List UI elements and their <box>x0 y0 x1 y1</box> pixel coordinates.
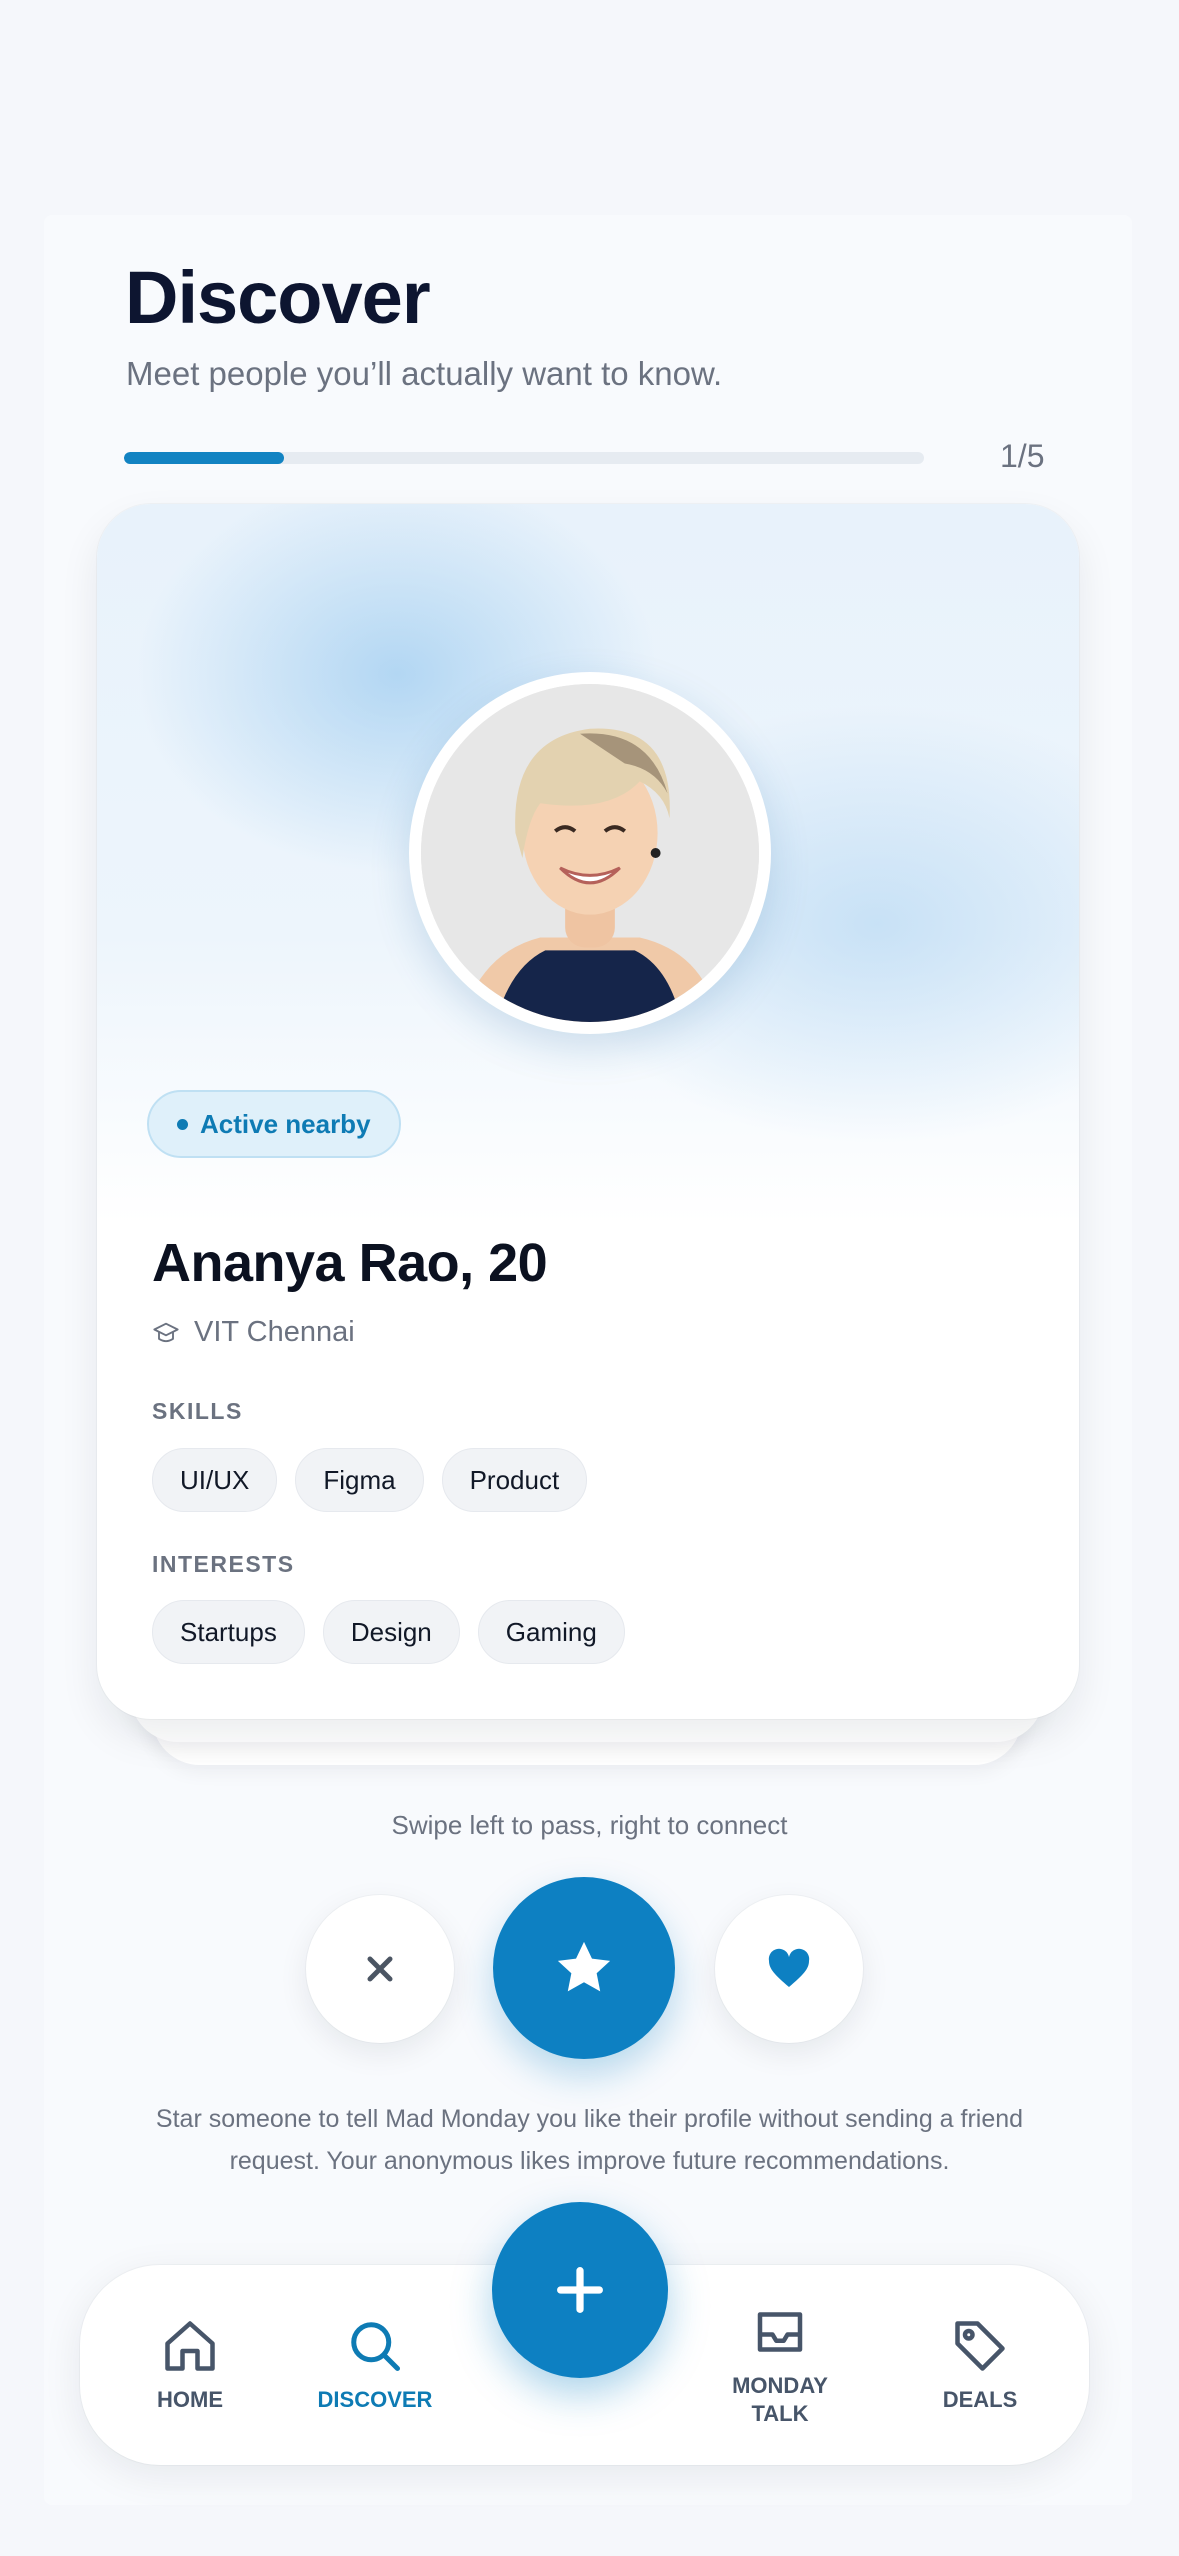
create-fab[interactable] <box>492 2202 668 2378</box>
inbox-icon <box>757 2312 803 2352</box>
skill-chip: Figma <box>295 1448 424 1512</box>
pass-button[interactable] <box>306 1895 454 2043</box>
page-subtitle: Meet people you’ll actually want to know… <box>126 355 723 392</box>
search-icon <box>351 2322 400 2371</box>
star-icon <box>557 1941 611 1992</box>
nav-deals[interactable]: DEALS <box>910 2265 1050 2465</box>
progress-fill <box>124 452 284 464</box>
nav-home-label: HOME <box>157 2387 223 2412</box>
progress-bar <box>124 452 924 464</box>
nav-deals-label: DEALS <box>942 2387 1018 2412</box>
skill-chip: Product <box>441 1448 588 1512</box>
nav-discover-label: DISCOVER <box>317 2387 433 2412</box>
profile-photo <box>421 684 759 1022</box>
profile-name: Ananya Rao, 20 <box>152 1233 548 1293</box>
interest-chip: Startups <box>152 1600 305 1664</box>
interest-chip: Design <box>322 1600 460 1664</box>
school-name: VIT Chennai <box>194 1316 355 1348</box>
nav-talk-label-line1: MONDAY <box>732 2373 828 2398</box>
heart-icon <box>768 1948 810 1987</box>
profile-photo-illustration <box>421 684 759 1022</box>
interests-label: INTERESTS <box>152 1551 295 1577</box>
plus-icon <box>557 2267 603 2313</box>
status-dot-icon <box>177 1118 188 1130</box>
skills-label: SKILLS <box>152 1398 243 1424</box>
close-icon <box>367 1956 393 1982</box>
nav-discover[interactable]: DISCOVER <box>295 2265 455 2465</box>
status-badge: Active nearby <box>147 1090 401 1158</box>
interests-list: Startups Design Gaming <box>152 1600 625 1664</box>
star-button[interactable] <box>493 1877 675 2059</box>
interest-chip: Gaming <box>477 1600 625 1664</box>
skill-chip: UI/UX <box>152 1448 278 1512</box>
nav-monday-talk[interactable]: MONDAY TALK <box>700 2265 860 2465</box>
page-title: Discover <box>125 256 431 339</box>
avatar <box>409 672 771 1034</box>
nav-home[interactable]: HOME <box>120 2265 260 2465</box>
school-row: VIT Chennai <box>152 1316 355 1349</box>
graduation-cap-icon <box>153 1322 179 1342</box>
progress-count: 1/5 <box>1000 438 1045 474</box>
star-explanation: Star someone to tell Mad Monday you like… <box>155 2105 1024 2175</box>
tag-icon <box>955 2321 1005 2371</box>
home-icon <box>165 2321 215 2371</box>
nav-talk-label: MONDAY TALK <box>732 2372 828 2428</box>
nav-talk-label-line2: TALK <box>751 2401 809 2426</box>
swipe-hint: Swipe left to pass, right to connect <box>391 1810 788 1840</box>
like-button[interactable] <box>715 1895 863 2043</box>
skills-list: UI/UX Figma Product <box>152 1448 588 1512</box>
profile-card[interactable]: Active nearby Ananya Rao, 20 VIT Chennai… <box>97 504 1079 1719</box>
status-badge-label: Active nearby <box>200 1108 371 1139</box>
